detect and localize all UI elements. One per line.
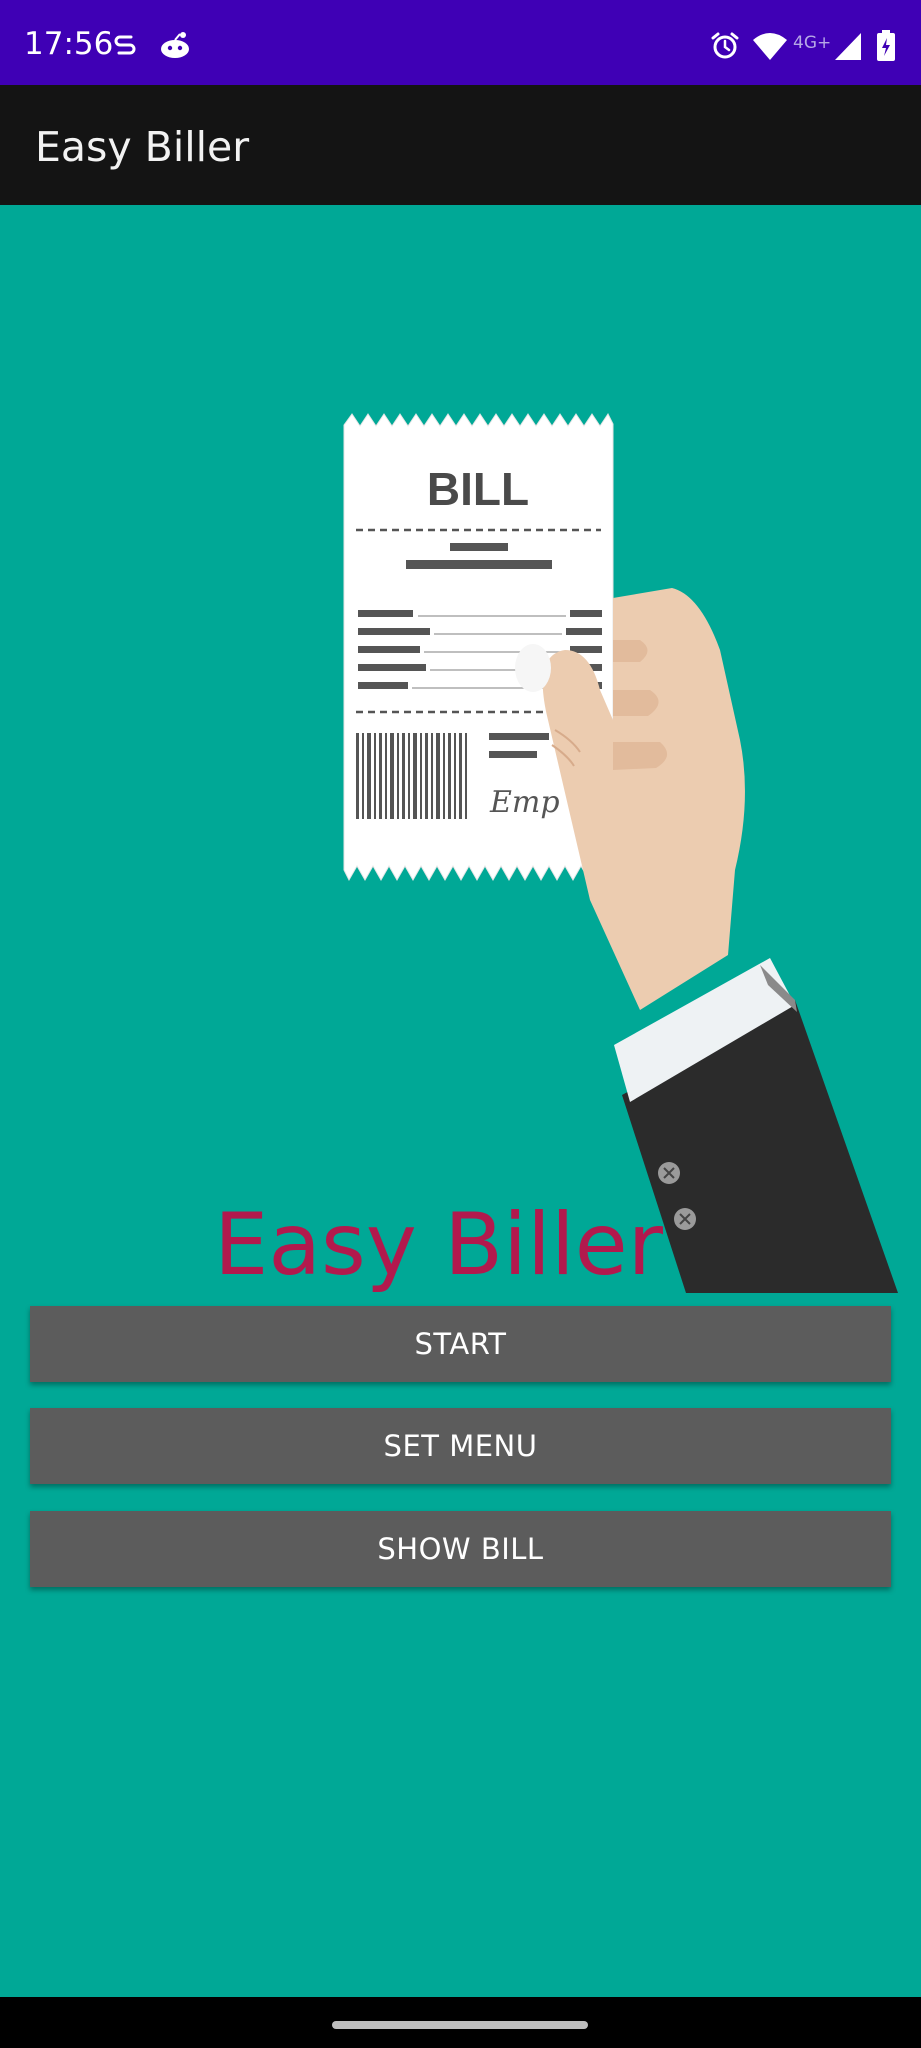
status-time: 17:56 — [24, 26, 114, 62]
app-title: Easy Biller — [35, 123, 250, 171]
signature: Emp — [489, 785, 560, 820]
network-type-label: 4G+ — [793, 33, 832, 53]
bill-hand-illustration: BILL Emp — [343, 413, 898, 1293]
app-bar: Easy Biller — [0, 85, 921, 205]
home-gesture-handle[interactable] — [332, 2021, 588, 2029]
wifi-icon — [753, 33, 787, 60]
start-button[interactable]: START — [30, 1306, 891, 1382]
navigation-bar — [0, 1997, 921, 2048]
status-bar: 17:56 4G+ — [0, 0, 921, 85]
bill-heading: BILL — [427, 463, 529, 515]
s-icon — [114, 35, 136, 55]
reddit-icon — [161, 32, 189, 58]
signal-icon — [835, 33, 861, 60]
battery-icon — [877, 30, 895, 61]
show-bill-button[interactable]: SHOW BILL — [30, 1511, 891, 1587]
hero-title: Easy Biller — [214, 1195, 664, 1295]
alarm-icon — [711, 32, 739, 59]
set-menu-button[interactable]: SET MENU — [30, 1408, 891, 1484]
